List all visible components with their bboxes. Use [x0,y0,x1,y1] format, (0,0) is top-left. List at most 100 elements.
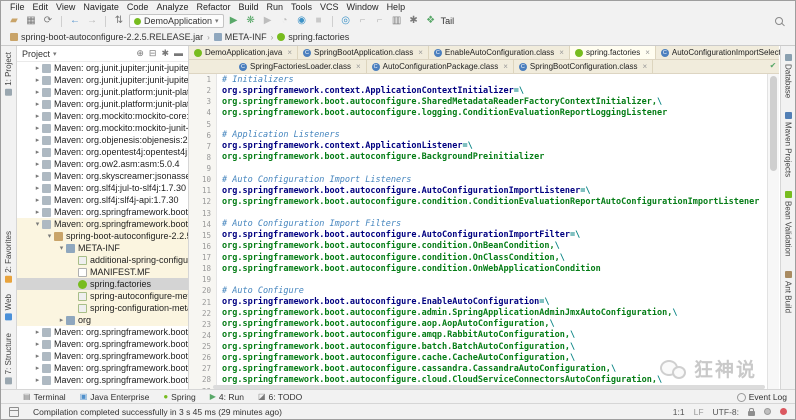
tree-item[interactable]: ▾Maven: org.springframework.boot:spring [17,218,188,230]
menu-view[interactable]: View [52,2,79,12]
tool-stripe-button-web[interactable]: Web [4,294,13,320]
forward-icon[interactable]: → [85,15,99,28]
event-log-button[interactable]: Event Log [737,392,787,402]
file-encoding[interactable]: UTF-8: [713,407,739,417]
chevron-right-icon[interactable]: ▸ [33,352,42,360]
breadcrumb-item[interactable]: spring-boot-autoconfigure-2.2.5.RELEASE.… [7,32,206,42]
java-enterprise-button[interactable]: ▣Java Enterprise [80,392,150,402]
tool-stripe-button-maven-projects[interactable]: Maven Projects [784,112,793,177]
caret-position[interactable]: 1:1 [673,407,685,417]
run-config-select[interactable]: DemoApplication▾ [129,14,224,28]
tree-item[interactable]: spring.factories [17,278,188,290]
tree-item[interactable]: ▸org [17,314,188,326]
code-line[interactable]: 15org.springframework.boot.autoconfigure… [189,230,768,241]
step-over-icon[interactable]: ⌐ [373,15,387,28]
chevron-right-icon[interactable]: ▸ [57,316,66,324]
tree-item[interactable]: ▸Maven: org.mockito:mockito-junit-jupite… [17,122,188,134]
inspect-code-icon[interactable]: ▥ [390,15,404,28]
editor-tab[interactable]: CSpringBootApplication.class× [298,46,429,59]
step-into-icon[interactable]: ⌐ [356,15,370,28]
chevron-right-icon[interactable]: ▸ [33,328,42,336]
chevron-right-icon[interactable]: ▸ [33,148,42,156]
chevron-right-icon[interactable]: ▸ [33,160,42,168]
debug-icon[interactable]: ❋ [244,15,258,28]
close-icon[interactable]: × [418,48,423,57]
panel-settings-icon[interactable]: ✱ [161,48,169,59]
tree-item[interactable]: ▸Maven: org.slf4j:jul-to-slf4j:1.7.30 [17,182,188,194]
code-line[interactable]: 21org.springframework.boot.autoconfigure… [189,297,768,308]
code-line[interactable]: 8org.springframework.boot.autoconfigure.… [189,152,768,163]
tool-stripe-button--structure[interactable]: 7: Structure [4,333,13,384]
line-separator[interactable]: LF [694,407,704,417]
vertical-scrollbar-thumb[interactable] [770,76,777,171]
tree-item[interactable]: ▾spring-boot-autoconfigure-2.2.5.RELEASE… [17,230,188,242]
code-line[interactable]: 12org.springframework.boot.autoconfigure… [189,196,768,207]
code-line[interactable]: 7org.springframework.context.Application… [189,141,768,152]
close-icon[interactable]: × [645,48,650,57]
chevron-right-icon[interactable]: ▸ [33,76,42,84]
tree-item[interactable]: ▸Maven: org.junit.platform:junit-platfor… [17,98,188,110]
tree-item[interactable]: ▸Maven: org.springframework.boot:spring [17,206,188,218]
tree-item[interactable]: ▸Maven: org.junit.jupiter:junit-jupiter-… [17,74,188,86]
tree-item[interactable]: ▸Maven: org.junit.jupiter:junit-jupiter-… [17,62,188,74]
chevron-right-icon[interactable]: ▸ [33,208,42,216]
editor-tab[interactable]: CAutoConfigurationPackage.class× [367,60,514,73]
code-line[interactable]: 4org.springframework.boot.autoconfigure.… [189,107,768,118]
menu-analyze[interactable]: Analyze [152,2,192,12]
chevron-right-icon[interactable]: ▸ [33,112,42,120]
chevron-right-icon[interactable]: ▸ [33,64,42,72]
tree-item[interactable]: ▸Maven: org.objenesis:objenesis:2.6 [17,134,188,146]
menu-window[interactable]: Window [343,2,383,12]
code-line[interactable]: 13 [189,208,768,219]
tree-item[interactable]: spring-configuration-metadata [17,302,188,314]
menu-edit[interactable]: Edit [29,2,53,12]
editor-tab[interactable]: CSpringBootConfiguration.class× [514,60,653,73]
tree-item[interactable]: ▸Maven: org.mockito:mockito-core:3.1.0 [17,110,188,122]
chevron-right-icon[interactable]: ▸ [33,364,42,372]
tree-item[interactable]: ▸Maven: org.springframework.boot:spring [17,338,188,350]
search-icon[interactable] [775,17,783,25]
plugin-icon[interactable]: ❖ [424,15,438,28]
menu-code[interactable]: Code [123,2,153,12]
chevron-right-icon[interactable]: ▸ [33,172,42,180]
chevron-right-icon[interactable]: ▸ [33,196,42,204]
tree-item[interactable]: ▸Maven: org.springframework.boot:spring [17,326,188,338]
chevron-right-icon[interactable]: ▸ [33,184,42,192]
code-line[interactable]: 20# Auto Configure [189,285,768,296]
search-everywhere-icon[interactable]: ◎ [339,15,353,28]
chevron-right-icon[interactable]: ▸ [33,340,42,348]
save-all-icon[interactable]: ▦ [24,15,38,28]
code-line[interactable]: 10# Auto Configuration Import Listeners [189,174,768,185]
toolwindow-toggle-icon[interactable] [9,407,19,417]
breadcrumb-item[interactable]: META-INF [211,32,270,42]
close-icon[interactable]: × [559,48,564,57]
read-only-lock-icon[interactable] [748,411,755,416]
code-line[interactable]: 18org.springframework.boot.autoconfigure… [189,263,768,274]
menu-file[interactable]: File [6,2,29,12]
collapse-all-icon[interactable]: ⊟ [149,48,157,59]
close-icon[interactable]: × [287,48,292,57]
back-icon[interactable]: ← [68,15,82,28]
code-line[interactable]: 11org.springframework.boot.autoconfigure… [189,185,768,196]
chevron-right-icon[interactable]: ▸ [33,88,42,96]
notification-icon[interactable] [780,408,787,415]
code-line[interactable]: 16org.springframework.boot.autoconfigure… [189,241,768,252]
attach-icon[interactable]: ◉ [295,15,309,28]
chevron-right-icon[interactable]: ▸ [33,124,42,132]
menu-help[interactable]: Help [383,2,410,12]
tree-item[interactable]: ▾META-INF [17,242,188,254]
editor-tab[interactable]: spring.factories× [570,46,656,59]
code-line[interactable]: 22org.springframework.boot.autoconfigure… [189,308,768,319]
spring-button[interactable]: ●Spring [163,392,195,402]
open-icon[interactable]: ▰ [7,15,21,28]
code-line[interactable]: 17org.springframework.boot.autoconfigure… [189,252,768,263]
tree-item[interactable]: ▸Maven: org.ow2.asm:asm:5.0.4 [17,158,188,170]
tree-item[interactable]: ▸Maven: org.slf4j:slf4j-api:1.7.30 [17,194,188,206]
settings-icon[interactable]: ✱ [407,15,421,28]
locate-file-icon[interactable]: ⊕ [136,48,144,59]
code-line[interactable]: 25org.springframework.boot.autoconfigure… [189,341,768,352]
run-toolwindow-button[interactable]: ▶4: Run [210,392,244,402]
editor-tab[interactable]: CSpringFactoriesLoader.class× [234,60,367,73]
chevron-down-icon[interactable]: ▾ [33,220,42,228]
code-line[interactable]: 24org.springframework.boot.autoconfigure… [189,330,768,341]
